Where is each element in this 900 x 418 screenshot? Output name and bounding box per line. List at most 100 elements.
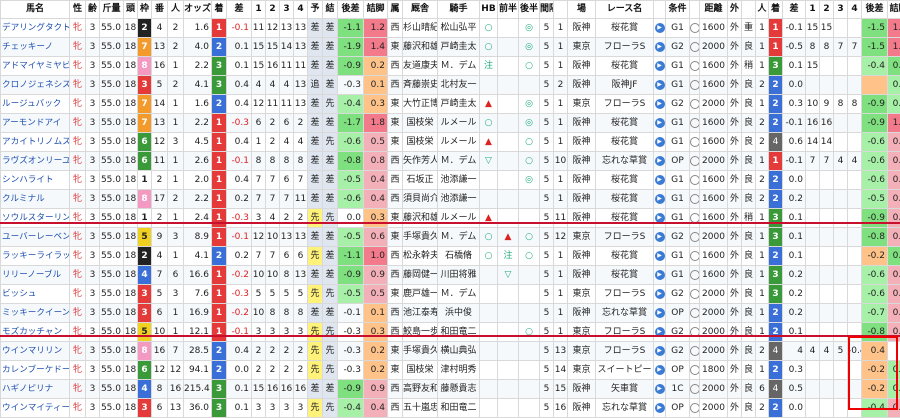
- horse-name-link[interactable]: チェッキーノ: [1, 38, 70, 57]
- column-header[interactable]: 性: [70, 1, 86, 19]
- table-row[interactable]: ルージュバック牝355.01871411.620.412111113差先-0.4…: [1, 95, 900, 114]
- horse-name-link[interactable]: クロノジェネシス: [1, 76, 70, 95]
- table-row[interactable]: ユーバーレーベン牝355.0185938.91-0.112101313差差-0.…: [1, 228, 900, 247]
- column-header[interactable]: HB: [480, 1, 498, 19]
- table-row[interactable]: モズカッチャン牝355.018510112.11-0.13333先先-0.30.…: [1, 323, 900, 342]
- column-header[interactable]: 斤量: [100, 1, 124, 19]
- horse-name-link[interactable]: ビッシュ: [1, 285, 70, 304]
- column-header[interactable]: 予: [308, 1, 323, 19]
- column-header[interactable]: 外: [728, 1, 742, 19]
- column-header[interactable]: 条件: [666, 1, 690, 19]
- horse-name-link[interactable]: デアリングタクト: [1, 19, 70, 38]
- column-header[interactable]: 差: [227, 1, 252, 19]
- column-header[interactable]: 頭: [124, 1, 138, 19]
- column-header[interactable]: 3: [834, 1, 848, 19]
- horse-name-link[interactable]: リリーノーブル: [1, 266, 70, 285]
- table-row[interactable]: ウインマリリン牝355.018816728.520.42222先先-0.30.2…: [1, 342, 900, 361]
- play-icon[interactable]: ▶: [655, 156, 665, 166]
- column-header[interactable]: 着: [212, 1, 227, 19]
- column-header[interactable]: 厩舎: [403, 1, 438, 19]
- column-header[interactable]: 騎手: [438, 1, 480, 19]
- table-row[interactable]: ウインマイティー牝355.018361336.030.13333先先-0.40.…: [1, 399, 900, 418]
- column-header[interactable]: レース名: [596, 1, 654, 19]
- column-header[interactable]: 齢: [86, 1, 100, 19]
- play-icon[interactable]: ▶: [655, 118, 665, 128]
- play-icon[interactable]: ▶: [655, 194, 665, 204]
- column-header[interactable]: 人: [756, 1, 769, 19]
- horse-name-link[interactable]: ルージュバック: [1, 95, 70, 114]
- table-row[interactable]: チェッキーノ牝355.01871324.020.115151413差差-1.91…: [1, 38, 900, 57]
- table-row[interactable]: ハギノピリナ牝355.0184816215.430.115161616差差-0.…: [1, 380, 900, 399]
- play-icon[interactable]: ▶: [655, 270, 665, 280]
- column-header[interactable]: 着: [769, 1, 783, 19]
- column-header[interactable]: 前半: [498, 1, 519, 19]
- column-header[interactable]: 後差: [862, 1, 888, 19]
- table-row[interactable]: カレンブーケドール牝355.0186121294.120.02222先先-0.3…: [1, 361, 900, 380]
- play-icon[interactable]: ▶: [655, 251, 665, 261]
- horse-name-link[interactable]: ラッキーライラック: [1, 247, 70, 266]
- column-header[interactable]: 距離: [700, 1, 728, 19]
- table-row[interactable]: アーモンドアイ牝355.01871312.21-0.36262差差-1.71.8…: [1, 114, 900, 133]
- horse-name-link[interactable]: ハギノピリナ: [1, 380, 70, 399]
- column-header[interactable]: [554, 1, 568, 19]
- column-header[interactable]: 3: [280, 1, 294, 19]
- horse-name-link[interactable]: アーモンドアイ: [1, 114, 70, 133]
- column-header[interactable]: 場: [568, 1, 596, 19]
- play-icon[interactable]: ▶: [655, 213, 665, 223]
- play-icon[interactable]: ▶: [655, 308, 665, 318]
- horse-name-link[interactable]: モズカッチャン: [1, 323, 70, 342]
- play-icon[interactable]: ▶: [655, 42, 665, 52]
- column-header[interactable]: 4: [848, 1, 862, 19]
- column-header[interactable]: オッズ: [184, 1, 212, 19]
- play-icon[interactable]: ▶: [655, 403, 665, 413]
- column-header[interactable]: 1: [252, 1, 266, 19]
- column-header[interactable]: 馬名: [1, 1, 70, 19]
- play-icon[interactable]: ▶: [655, 346, 665, 356]
- column-header[interactable]: [654, 1, 666, 19]
- column-header[interactable]: 詰脚: [888, 1, 900, 19]
- horse-name-link[interactable]: ウインマイティー: [1, 399, 70, 418]
- column-header[interactable]: 属: [388, 1, 403, 19]
- horse-name-link[interactable]: ソウルスターリング: [1, 209, 70, 228]
- column-header[interactable]: 差: [783, 1, 806, 19]
- horse-name-link[interactable]: アカイトリノムスメ: [1, 133, 70, 152]
- horse-name-link[interactable]: アドマイヤミヤビ: [1, 57, 70, 76]
- play-icon[interactable]: ▶: [655, 232, 665, 242]
- play-icon[interactable]: ▶: [655, 137, 665, 147]
- table-row[interactable]: デアリングタクト牝355.0182421.61-0.111121313差差-1.…: [1, 19, 900, 38]
- table-row[interactable]: ラヴズオンリーユー牝355.01861112.61-0.18888差差-0.80…: [1, 152, 900, 171]
- table-row[interactable]: シンハライト牝355.0181212.010.47767差差-0.50.4西石坂…: [1, 171, 900, 190]
- table-row[interactable]: ラッキーライラック牝355.0182414.120.27766先差-1.11.0…: [1, 247, 900, 266]
- column-header[interactable]: 間隔: [540, 1, 554, 19]
- horse-name-link[interactable]: クルミナル: [1, 190, 70, 209]
- column-header[interactable]: [690, 1, 700, 19]
- table-row[interactable]: ビッシュ牝355.0183537.61-0.35555先先-0.50.5東鹿戸雄…: [1, 285, 900, 304]
- table-row[interactable]: ソウルスターリング牝355.0181212.41-0.33422先先0.00.3…: [1, 209, 900, 228]
- column-header[interactable]: 4: [294, 1, 308, 19]
- column-header[interactable]: 結: [323, 1, 338, 19]
- play-icon[interactable]: ▶: [655, 365, 665, 375]
- horse-name-link[interactable]: ウインマリリン: [1, 342, 70, 361]
- column-header[interactable]: 1: [806, 1, 820, 19]
- column-header[interactable]: 2: [266, 1, 280, 19]
- play-icon[interactable]: ▶: [655, 289, 665, 299]
- column-header[interactable]: 枠: [138, 1, 152, 19]
- table-row[interactable]: リリーノーブル牝355.01847616.61-0.21010813差差-0.9…: [1, 266, 900, 285]
- horse-name-link[interactable]: カレンブーケドール: [1, 361, 70, 380]
- column-header[interactable]: 人: [168, 1, 184, 19]
- play-icon[interactable]: ▶: [655, 61, 665, 71]
- horse-name-link[interactable]: シンハライト: [1, 171, 70, 190]
- play-icon[interactable]: ▶: [655, 175, 665, 185]
- table-row[interactable]: ミッキークイーン牝355.01836116.91-0.210888差差-0.10…: [1, 304, 900, 323]
- column-header[interactable]: 後差: [338, 1, 364, 19]
- column-header[interactable]: 番: [152, 1, 168, 19]
- column-header[interactable]: 2: [820, 1, 834, 19]
- column-header[interactable]: 後半: [519, 1, 540, 19]
- play-icon[interactable]: ▶: [655, 384, 665, 394]
- play-icon[interactable]: ▶: [655, 99, 665, 109]
- table-row[interactable]: アドマイヤミヤビ牝355.01881612.230.115161111差差-0.…: [1, 57, 900, 76]
- table-row[interactable]: アカイトリノムスメ牝355.01861234.510.41244差先-0.60.…: [1, 133, 900, 152]
- horse-name-link[interactable]: ミッキークイーン: [1, 304, 70, 323]
- horse-name-link[interactable]: ユーバーレーベン: [1, 228, 70, 247]
- horse-name-link[interactable]: ラヴズオンリーユー: [1, 152, 70, 171]
